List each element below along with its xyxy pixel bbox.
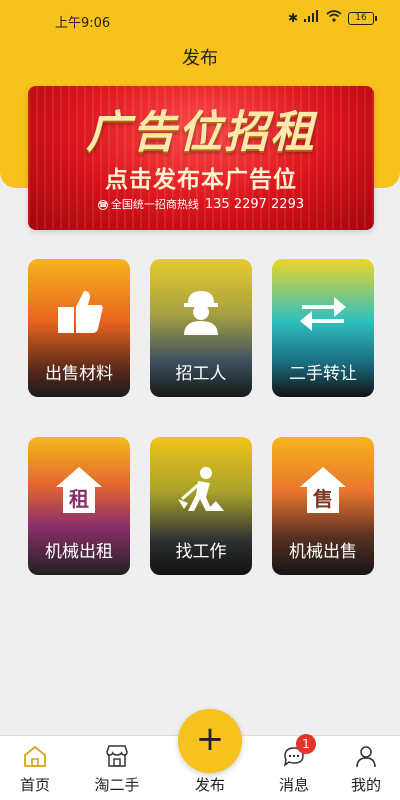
category-label: 机械出租 [45, 542, 113, 562]
phone-icon: ☎ [97, 200, 108, 210]
category-label: 招工人 [175, 364, 227, 384]
nav-profile-label: 我的 [350, 776, 381, 794]
nav-home-label: 首页 [19, 776, 50, 794]
wifi-icon [326, 10, 342, 26]
banner-hotline: ☎ 全国统一招商热线 135 2297 2293 [28, 196, 374, 212]
status-bar: 上午9:06 ✱ 16 [0, 0, 400, 40]
house-sale-icon: 售 [300, 467, 346, 513]
category-second-hand-transfer[interactable]: 二手转让 [272, 259, 374, 397]
category-label: 出售材料 [45, 364, 113, 384]
hotline-label: 全国统一招商热线 [110, 198, 199, 211]
home-icon [24, 745, 46, 767]
nav-messages-label: 消息 [278, 776, 309, 794]
battery-icon: 16 [348, 11, 377, 25]
messages-badge: 1 [296, 734, 316, 754]
nav-profile[interactable]: 我的 [338, 736, 394, 800]
nav-market[interactable]: 淘二手 [86, 736, 148, 800]
user-icon [356, 746, 376, 768]
banner-subline: 点击发布本广告位 [105, 167, 297, 193]
category-label: 找工作 [175, 542, 227, 562]
shop-icon [106, 745, 128, 767]
category-label: 二手转让 [289, 364, 357, 384]
sale-glyph: 售 [313, 487, 333, 511]
status-icons: ✱ 16 [287, 10, 377, 26]
nav-market-label: 淘二手 [94, 776, 140, 794]
rent-glyph: 租 [69, 487, 89, 511]
ad-banner[interactable]: 广告位招租 点击发布本广告位 ☎ 全国统一招商热线 135 2297 2293 [28, 86, 374, 230]
thumbs-up-icon [58, 291, 103, 333]
nav-home[interactable]: 首页 [10, 736, 60, 800]
signal-icon [304, 10, 320, 26]
publish-button[interactable]: + [178, 709, 242, 773]
category-sell-materials[interactable]: 出售材料 [28, 259, 130, 397]
status-time: 上午9:06 [55, 16, 111, 31]
category-hire-workers[interactable]: 招工人 [150, 259, 252, 397]
swap-arrows-icon [300, 297, 346, 331]
worker-icon [184, 291, 218, 335]
worker-shovel-icon [178, 467, 224, 511]
category-find-job[interactable]: 找工作 [150, 437, 252, 575]
bluetooth-icon: ✱ [287, 11, 298, 25]
hotline-number: 135 2297 2293 [204, 197, 305, 212]
category-machinery-rent[interactable]: 租 机械出租 [28, 437, 130, 575]
house-rent-icon: 租 [56, 467, 102, 513]
banner-headline: 广告位招租 [86, 107, 316, 158]
page-title: 发布 [182, 48, 218, 69]
publish-label: 发布 [194, 776, 225, 794]
category-label: 机械出售 [289, 542, 357, 562]
category-machinery-sale[interactable]: 售 机械出售 [272, 437, 374, 575]
